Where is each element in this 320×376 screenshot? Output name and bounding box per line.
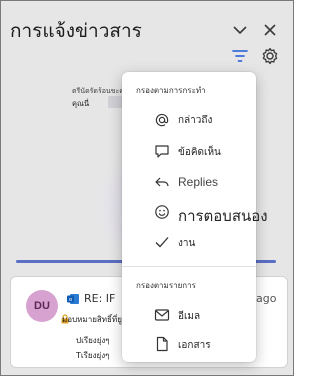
avatar: DU <box>26 290 58 322</box>
empty-state-subtext: คุณนี่ <box>72 99 90 108</box>
document-icon <box>156 336 168 352</box>
reply-icon <box>155 177 169 187</box>
notification-subject: RE: IF <box>84 292 116 305</box>
filter-by-action-heading: กรองตามการกระทำ <box>136 86 206 95</box>
menu-item-label: เอกสาร <box>178 340 211 351</box>
mail-icon <box>154 309 170 321</box>
chevron-down-icon <box>233 26 247 35</box>
notification-preview: ปเรียงยุ่งๆ <box>76 336 110 345</box>
menu-item-label: การตอบสนอง <box>178 207 268 225</box>
collapse-button[interactable] <box>229 19 251 41</box>
settings-button[interactable] <box>259 45 281 67</box>
menu-item-label: อีเมล <box>178 311 201 322</box>
outlook-icon: o <box>67 294 79 304</box>
checkmark-icon <box>155 237 169 248</box>
notification-time: ago <box>256 292 277 305</box>
close-icon <box>264 24 276 36</box>
gear-icon <box>262 47 278 65</box>
close-button[interactable] <box>259 19 281 41</box>
notification-preview-2: Tเรียงยุ่งๆ <box>76 351 110 360</box>
menu-separator <box>122 266 256 267</box>
menu-item-label: งาน <box>178 238 196 249</box>
filter-icon <box>232 50 248 62</box>
menu-item-label: กล่าวถึง <box>178 115 213 126</box>
filter-by-item-heading: กรองตามรายการ <box>136 281 196 290</box>
pane-title: การแจ้งข่าวสาร <box>10 20 142 42</box>
menu-item-label: Replies <box>178 175 219 189</box>
menu-item-label: ข้อคิดเห็น <box>178 147 221 158</box>
comment-icon <box>155 145 169 158</box>
smiley-icon <box>155 205 169 219</box>
filter-button[interactable] <box>229 45 251 67</box>
at-icon <box>155 113 169 127</box>
